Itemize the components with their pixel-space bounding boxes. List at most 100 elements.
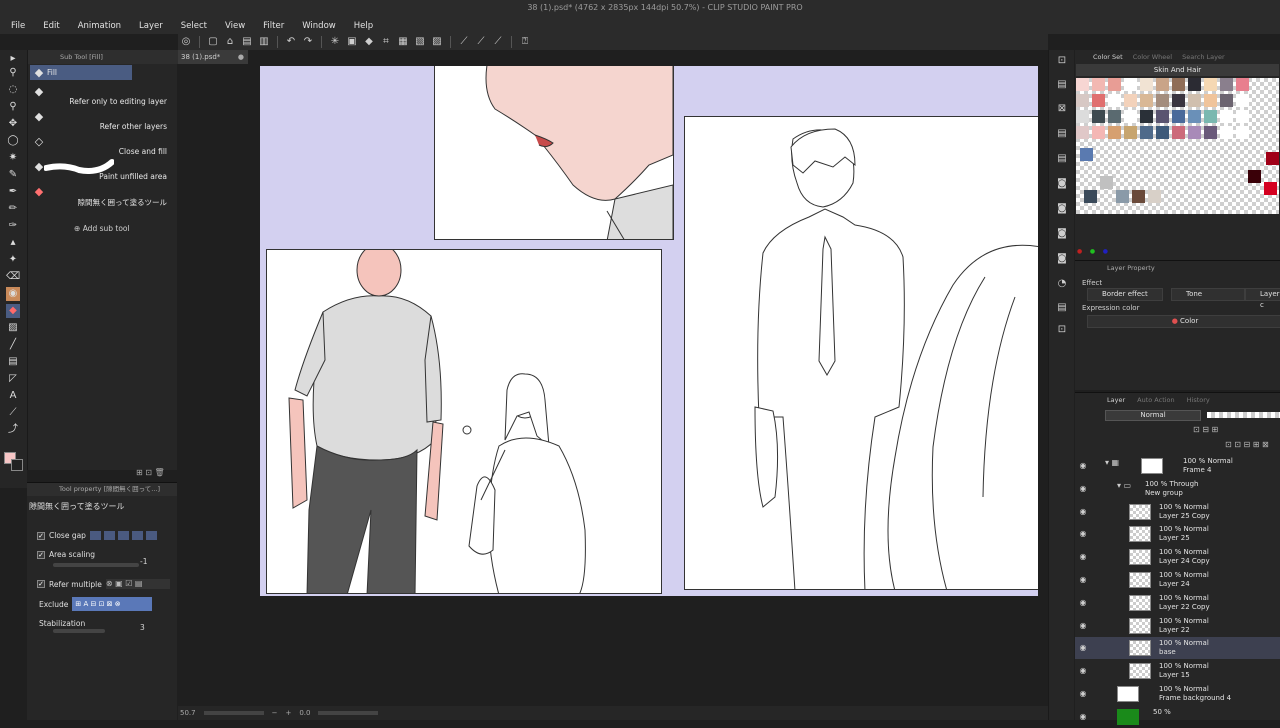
tab-color-set[interactable]: Color Set xyxy=(1093,53,1123,61)
layer-row[interactable]: ◉ 100 % Normal Layer 22 Copy xyxy=(1075,592,1280,614)
sub-color-swatch[interactable] xyxy=(11,459,23,471)
tab-color-wheel[interactable]: Color Wheel xyxy=(1133,53,1172,61)
visibility-eye-icon[interactable]: ◉ xyxy=(1078,712,1088,721)
zoom-in-icon[interactable]: + xyxy=(285,709,291,717)
snap-grid-icon[interactable]: ⟋ xyxy=(492,36,504,48)
color-swatch[interactable] xyxy=(1220,110,1233,123)
sub-view-icon[interactable]: ▤ xyxy=(1055,127,1069,141)
zoom-value[interactable]: 50.7 xyxy=(180,709,196,717)
close-icon[interactable]: ⊠ xyxy=(1055,102,1069,116)
mask-icon[interactable]: ⊞ xyxy=(1253,440,1260,449)
fill-icon[interactable]: ◆ xyxy=(363,36,375,48)
clip-studio-icon[interactable]: ◎ xyxy=(180,36,192,48)
color-swatch[interactable] xyxy=(1124,110,1137,123)
visibility-eye-icon[interactable]: ◉ xyxy=(1078,529,1088,538)
tone-button[interactable]: Tone xyxy=(1171,288,1245,301)
color-swatch[interactable] xyxy=(1264,182,1277,195)
new-folder-icon[interactable]: ⊟ xyxy=(1244,440,1251,449)
border-effect-button[interactable]: Border effect xyxy=(1087,288,1163,301)
color-swatch[interactable] xyxy=(1132,190,1145,203)
redo-icon[interactable]: ↷ xyxy=(302,36,314,48)
zoom-tool-icon[interactable]: ⚲ xyxy=(6,66,20,80)
new-icon[interactable]: ⊡ xyxy=(145,468,152,477)
visibility-eye-icon[interactable]: ◉ xyxy=(1078,552,1088,561)
close-tab-icon[interactable]: ● xyxy=(238,50,244,64)
snap-ruler-icon[interactable]: ⟋ xyxy=(458,36,470,48)
rotate-slider[interactable] xyxy=(318,711,379,715)
menu-window[interactable]: Window xyxy=(292,21,344,31)
material-icon[interactable]: ▤ xyxy=(1055,78,1069,92)
exclude-options[interactable]: ⊞ A ⊟ ⊡ ⊠ ⊗ xyxy=(72,597,153,611)
color-swatch[interactable] xyxy=(1076,94,1089,107)
expression-color-select[interactable]: ● Color xyxy=(1087,315,1280,328)
subtool-close-fill[interactable]: ◇ Close and fill xyxy=(28,131,178,156)
material-images-icon[interactable]: ◙ xyxy=(1055,202,1069,216)
clear-outside-icon[interactable]: ▣ xyxy=(346,36,358,48)
ref-layer-icon[interactable]: ⊡ xyxy=(1193,425,1200,434)
refer-multiple-options[interactable]: ⊗ ▣ ☑ ▤ xyxy=(105,579,170,589)
subtool-refer-other[interactable]: ◆ Refer other layers xyxy=(28,106,178,131)
color-swatch[interactable] xyxy=(1204,78,1217,91)
collapse-icon[interactable]: ▸ xyxy=(6,52,20,66)
blend-icon[interactable]: ◉ xyxy=(6,287,20,301)
layer-color-button[interactable]: Layer c xyxy=(1245,288,1280,309)
color-swatch[interactable] xyxy=(1092,126,1105,139)
eraser-icon[interactable]: ⌫ xyxy=(6,270,20,284)
color-swatch[interactable] xyxy=(1172,110,1185,123)
menu-file[interactable]: File xyxy=(0,21,33,31)
export-icon[interactable]: ▥ xyxy=(258,36,270,48)
color-swatch[interactable] xyxy=(1156,126,1169,139)
fill-tool-icon[interactable]: ◆ xyxy=(6,304,20,318)
color-history-icon[interactable]: ▤ xyxy=(1055,301,1069,315)
blend-mode-select[interactable]: Normal xyxy=(1105,410,1201,421)
subtool-enclose-fill[interactable]: ◆ 隙間無く囲って塗るツール xyxy=(28,181,178,207)
visibility-eye-icon[interactable]: ◉ xyxy=(1078,575,1088,584)
figure-icon[interactable]: ╱ xyxy=(6,338,20,352)
subtool-paint-unfilled[interactable]: ◆ Paint unfilled area xyxy=(28,156,178,181)
color-swatch[interactable] xyxy=(1266,152,1279,165)
color-swatch[interactable] xyxy=(1172,78,1185,91)
color-swatch[interactable] xyxy=(1188,94,1201,107)
timeline-icon[interactable]: ◙ xyxy=(1055,252,1069,266)
color-swatch[interactable] xyxy=(1076,110,1089,123)
color-swatch[interactable] xyxy=(1204,94,1217,107)
color-swatch[interactable] xyxy=(1108,94,1121,107)
color-swatch[interactable] xyxy=(1108,78,1121,91)
lock-icon[interactable]: ⊟ xyxy=(1202,425,1209,434)
layer-row[interactable]: ◉ 100 % Normal Frame background 4 xyxy=(1075,683,1280,705)
angle-value[interactable]: 0.0 xyxy=(299,709,310,717)
color-swatch[interactable] xyxy=(1156,110,1169,123)
area-scaling-checkbox[interactable]: ✓ xyxy=(37,550,45,559)
item-bank-icon[interactable]: ▤ xyxy=(1055,152,1069,166)
close-gap-levels[interactable] xyxy=(89,531,160,540)
visibility-eye-icon[interactable]: ◉ xyxy=(1078,643,1088,652)
area-scaling-slider[interactable] xyxy=(53,563,139,567)
menu-edit[interactable]: Edit xyxy=(33,21,67,31)
visibility-eye-icon[interactable]: ◉ xyxy=(1078,507,1088,516)
color-swatch[interactable] xyxy=(1108,126,1121,139)
color-swatch[interactable] xyxy=(1100,176,1113,189)
layer-row[interactable]: ◉ 100 % Normal Layer 24 xyxy=(1075,569,1280,591)
open-file-icon[interactable]: ⌂ xyxy=(224,36,236,48)
pencil-icon[interactable]: ✏ xyxy=(6,202,20,216)
invert-selection-icon[interactable]: ▧ xyxy=(414,36,426,48)
balloon-icon[interactable]: ⟋ xyxy=(6,406,20,420)
color-swatch[interactable] xyxy=(1156,78,1169,91)
operation-tool-icon[interactable]: ◌ xyxy=(6,83,20,97)
color-swatch[interactable] xyxy=(1188,110,1201,123)
save-icon[interactable]: ▤ xyxy=(241,36,253,48)
layer-row[interactable]: ◉ 100 % Normal Layer 25 xyxy=(1075,523,1280,545)
color-swatch[interactable] xyxy=(1108,110,1121,123)
color-swatch[interactable] xyxy=(1140,110,1153,123)
add-subtool-button[interactable]: ⊕ Add sub tool xyxy=(74,224,130,233)
deselect-icon[interactable]: ▦ xyxy=(397,36,409,48)
layer-row[interactable]: ◉ 100 % Normal Layer 15 xyxy=(1075,660,1280,682)
text-tool-icon[interactable]: A xyxy=(6,389,20,403)
color-swatch[interactable] xyxy=(1140,94,1153,107)
tab-search-layer[interactable]: Search Layer xyxy=(1182,53,1225,61)
undo-icon[interactable]: ↶ xyxy=(285,36,297,48)
color-swatch[interactable] xyxy=(1248,170,1261,183)
color-swatch[interactable] xyxy=(1140,126,1153,139)
clip-icon[interactable]: ⊞ xyxy=(1212,425,1219,434)
document-tab[interactable]: 38 (1).psd* ● xyxy=(178,50,248,64)
